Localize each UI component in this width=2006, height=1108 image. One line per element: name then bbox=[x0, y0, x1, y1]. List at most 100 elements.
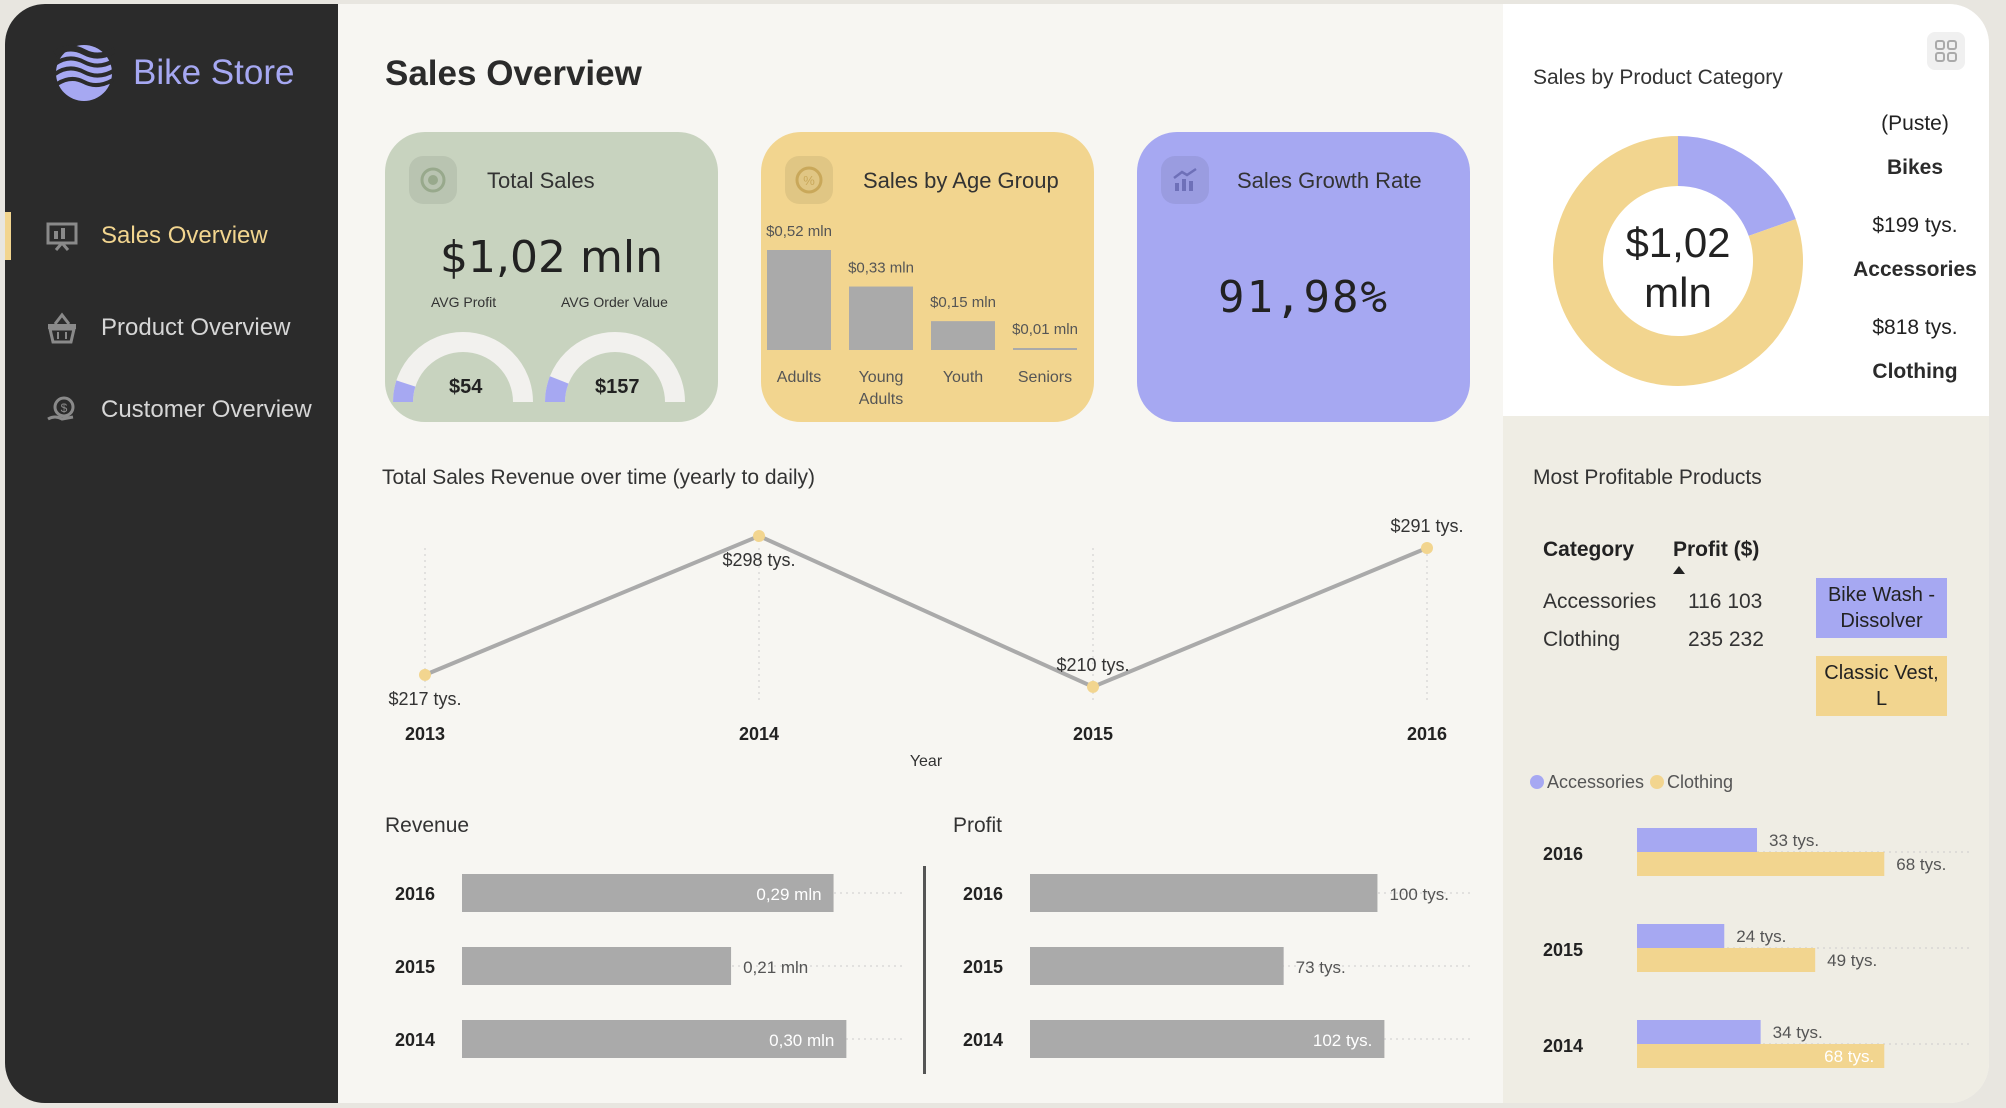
clothing-label: Clothing bbox=[1872, 360, 1958, 383]
bar-value-label: 68 tys. bbox=[1824, 1047, 1874, 1066]
data-label: $217 tys. bbox=[388, 689, 461, 709]
legend-label: Clothing bbox=[1667, 772, 1733, 792]
age-group-card[interactable]: % Sales by Age Group $0,52 mln Adults $0,3… bbox=[761, 132, 1094, 422]
bar-value-label: 33 tys. bbox=[1769, 831, 1819, 850]
age-category-label: Seniors bbox=[1018, 369, 1072, 386]
waves-logo-icon bbox=[53, 45, 115, 101]
y-tick-label: 2014 bbox=[395, 1030, 435, 1050]
nav-customer-overview[interactable]: $ Customer Overview bbox=[5, 382, 338, 438]
bar-accessories bbox=[1637, 828, 1757, 852]
avg-profit-label: AVG Profit bbox=[431, 294, 497, 310]
donut-center-value: $1,02 bbox=[1625, 219, 1730, 266]
table-cell: 235 232 bbox=[1688, 628, 1764, 651]
y-tick-label: 2015 bbox=[963, 957, 1003, 977]
legend-swatch bbox=[1650, 775, 1664, 789]
gauge-fill bbox=[545, 376, 569, 403]
avg-order-label: AVG Order Value bbox=[561, 294, 668, 310]
avg-order-value: $157 bbox=[595, 376, 640, 398]
bikes-value: (Puste) bbox=[1881, 112, 1949, 135]
bar-value-label: 68 tys. bbox=[1896, 855, 1946, 874]
bar-value-label: 24 tys. bbox=[1736, 927, 1786, 946]
bar-value-label: 0,29 mln bbox=[756, 885, 821, 904]
category-panel: Sales by Product Category $1,02 mln (Pust… bbox=[1503, 4, 1989, 416]
product-tag-accessories[interactable]: Bike Wash - Dissolver bbox=[1816, 578, 1947, 638]
category-donut-chart: $1,02mln bbox=[1553, 136, 1803, 386]
data-label: $210 tys. bbox=[1056, 655, 1129, 675]
profitable-products-panel: Most Profitable Products Category Profit… bbox=[1503, 416, 1989, 1103]
page-title: Sales Overview bbox=[385, 54, 642, 93]
basket-icon bbox=[48, 312, 76, 344]
bar bbox=[1030, 947, 1284, 985]
table-cell: Clothing bbox=[1543, 628, 1621, 651]
sidebar: Bike Store Sales Overview Product Overvi… bbox=[5, 4, 338, 1103]
growth-rate-card[interactable]: Sales Growth Rate 91,98% bbox=[1137, 132, 1470, 422]
x-tick-label: 2013 bbox=[405, 724, 445, 744]
age-bar bbox=[931, 321, 995, 350]
app-name: Bike Store bbox=[133, 53, 295, 92]
profit-chart-title: Profit bbox=[953, 814, 1003, 837]
total-sales-value: $1,02 mln bbox=[440, 232, 663, 283]
grid-view-icon[interactable] bbox=[1927, 32, 1965, 70]
clothing-value: $818 tys. bbox=[1872, 316, 1958, 339]
legend-swatch bbox=[1530, 775, 1544, 789]
bar-clothing bbox=[1637, 948, 1816, 972]
x-tick-label: 2014 bbox=[739, 724, 779, 744]
chart-divider bbox=[923, 866, 926, 1074]
profit-bar-chart: 2016 100 tys. 2015 73 tys. 2014 102 tys. bbox=[963, 874, 1470, 1058]
age-category-label: Youth bbox=[943, 369, 983, 386]
nav-label: Product Overview bbox=[101, 314, 291, 341]
bar-clothing bbox=[1637, 852, 1885, 876]
data-point bbox=[419, 668, 431, 681]
nav-label: Customer Overview bbox=[101, 396, 312, 423]
app-logo[interactable]: Bike Store bbox=[53, 42, 294, 104]
age-category-label: Adults bbox=[777, 369, 821, 386]
accessories-label: Accessories bbox=[1853, 258, 1977, 281]
accessories-value: $199 tys. bbox=[1872, 214, 1958, 237]
data-point bbox=[1421, 542, 1433, 554]
donut-title: Sales by Product Category bbox=[1533, 66, 1783, 89]
revenue-line bbox=[424, 533, 1428, 690]
bar-value-label: 100 tys. bbox=[1389, 885, 1449, 904]
age-value-label: $0,01 mln bbox=[1012, 321, 1078, 338]
growth-chart-icon bbox=[1161, 156, 1209, 204]
col-header-profit[interactable]: Profit ($) bbox=[1673, 538, 1759, 562]
avg-profit-value: $54 bbox=[449, 376, 483, 398]
x-axis-label: Year bbox=[910, 753, 943, 770]
nav-product-overview[interactable]: Product Overview bbox=[5, 300, 338, 356]
bar-accessories bbox=[1637, 924, 1725, 948]
age-group-chart: $0,52 mln Adults $0,33 mln Young Adults $0,15… bbox=[766, 223, 1078, 408]
age-bar bbox=[849, 286, 913, 350]
y-tick-label: 2015 bbox=[395, 957, 435, 977]
growth-rate-value: 91,98% bbox=[1218, 272, 1389, 323]
total-sales-card[interactable]: Total Sales $1,02 mln AVG Profit AVG Ord… bbox=[385, 132, 718, 422]
y-tick-label: 2016 bbox=[395, 884, 435, 904]
x-tick-label: 2016 bbox=[1407, 724, 1447, 744]
y-tick-label: 2016 bbox=[963, 884, 1003, 904]
donut-slice bbox=[1677, 136, 1796, 237]
revenue-bar-chart: 2016 0,29 mln 2015 0,21 mln 2014 0,30 mln bbox=[395, 874, 902, 1058]
line-chart-title: Total Sales Revenue over time (yearly to… bbox=[382, 466, 816, 489]
x-tick-label: 2015 bbox=[1073, 724, 1113, 744]
y-tick-label: 2014 bbox=[963, 1030, 1003, 1050]
col-header-category[interactable]: Category bbox=[1543, 538, 1634, 562]
y-tick-label: 2016 bbox=[1543, 844, 1583, 864]
age-value-label: $0,52 mln bbox=[766, 223, 832, 240]
age-bar bbox=[1013, 348, 1077, 350]
bar bbox=[462, 947, 732, 985]
data-label: $298 tys. bbox=[722, 550, 795, 570]
profitable-title: Most Profitable Products bbox=[1533, 466, 1762, 489]
product-tag-clothing[interactable]: Classic Vest, L bbox=[1816, 656, 1947, 716]
sort-asc-icon[interactable] bbox=[1673, 566, 1685, 574]
category-by-year-chart: Accessories Clothing 2016 33 tys. 68 tys. 201… bbox=[1530, 772, 1973, 1068]
age-value-label: $0,15 mln bbox=[930, 294, 996, 311]
donut-center-unit: mln bbox=[1644, 269, 1712, 316]
y-tick-label: 2014 bbox=[1543, 1036, 1583, 1056]
bar-value-label: 49 tys. bbox=[1827, 951, 1877, 970]
table-cell: 116 103 bbox=[1688, 590, 1763, 613]
card-title: Total Sales bbox=[487, 168, 595, 193]
age-bar bbox=[767, 250, 831, 350]
card-title: Sales Growth Rate bbox=[1237, 168, 1422, 193]
bar bbox=[1030, 874, 1378, 912]
nav-sales-overview[interactable]: Sales Overview bbox=[5, 208, 338, 264]
revenue-chart-title: Revenue bbox=[385, 814, 470, 837]
